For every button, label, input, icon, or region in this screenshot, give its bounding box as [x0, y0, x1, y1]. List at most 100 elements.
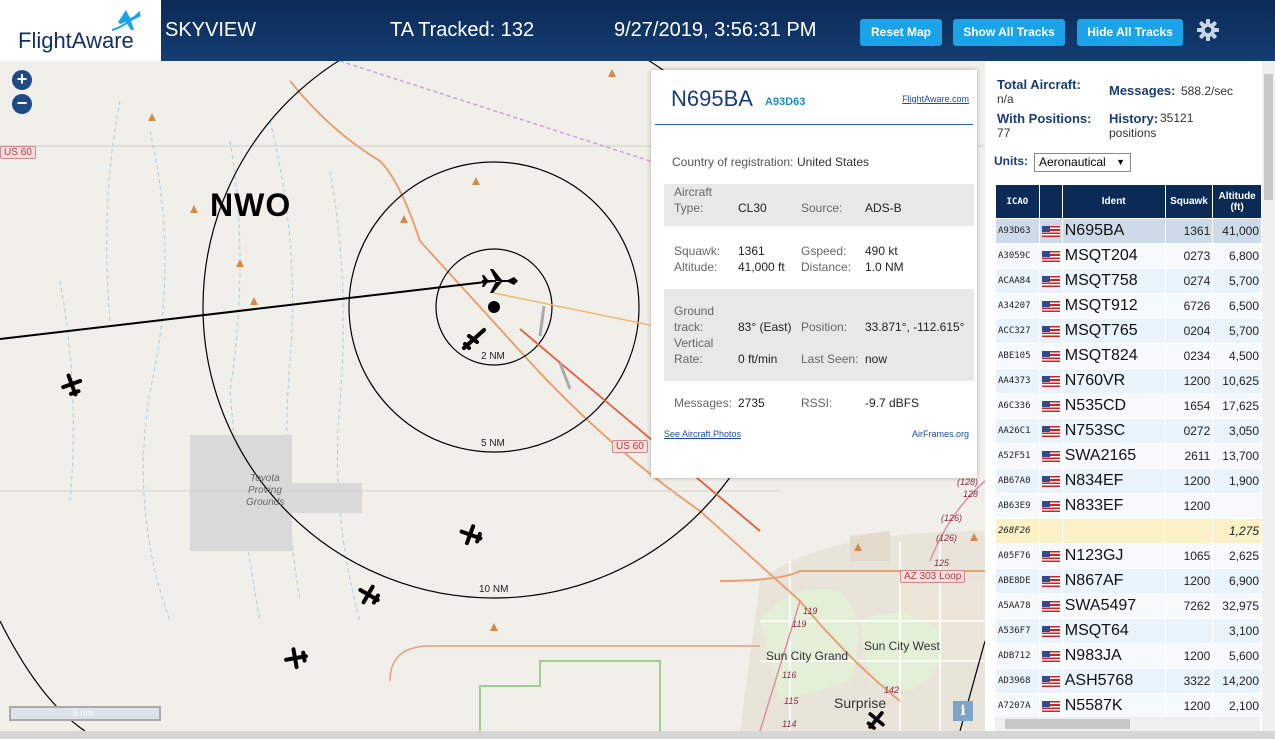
cell-ident: ASH5768 [1061, 668, 1166, 694]
cell-ident [1061, 518, 1166, 544]
hide-all-tracks-button[interactable]: Hide All Tracks [1077, 19, 1183, 46]
table-row[interactable]: ACAA84 MSQT758 0274 5,700 [995, 268, 1262, 294]
table-row[interactable]: A6C336 N535CD 1654 17,625 [995, 393, 1262, 419]
col-header-icao[interactable]: ICAO [995, 184, 1040, 219]
road-number: 128 [963, 489, 979, 499]
table-row[interactable]: A05F76 N123GJ 1065 2,625 [995, 543, 1262, 569]
cell-ident: N695BA [1061, 218, 1166, 244]
cell-icao: A536F7 [995, 618, 1040, 644]
show-all-tracks-button[interactable]: Show All Tracks [953, 19, 1065, 46]
cell-altitude: 2,625 [1212, 543, 1262, 569]
info-icon[interactable]: i [953, 701, 973, 721]
aircraft-icon[interactable] [60, 373, 84, 397]
cell-ident: N535CD [1061, 393, 1166, 419]
flightaware-link[interactable]: FlightAware.com [902, 94, 969, 104]
cell-icao: ADB712 [995, 643, 1040, 669]
aircraft-icon[interactable] [459, 523, 483, 547]
aircraft-icon[interactable] [864, 709, 888, 731]
cell-squawk: 2611 [1164, 443, 1214, 469]
aircraft-icon[interactable] [284, 646, 308, 670]
cell-icao: AA26C1 [995, 418, 1040, 444]
cell-flag [1038, 318, 1063, 344]
table-row[interactable]: A52F51 SWA2165 2611 13,700 [995, 443, 1262, 469]
airframes-link[interactable]: AirFrames.org [912, 429, 969, 439]
us-flag-icon [1041, 350, 1060, 362]
aircraft-icon[interactable] [357, 583, 381, 607]
ring-label-5nm: 5 NM [481, 438, 505, 449]
aircraft-ident: N695BA [671, 86, 753, 111]
cell-ident: N5587K [1061, 693, 1166, 719]
cell-altitude: 4,500 [1212, 343, 1262, 369]
country-label: Country of registration: [672, 155, 794, 169]
aircraft-icon[interactable] [461, 327, 489, 351]
table-row[interactable]: A34207 MSQT912 6726 6,500 [995, 293, 1262, 319]
cell-flag [1038, 693, 1063, 719]
site-name: SKYVIEW [165, 19, 257, 41]
units-label: Units: [994, 154, 1028, 168]
cell-squawk: 1361 [1164, 218, 1214, 244]
gear-icon[interactable] [1196, 18, 1220, 42]
cell-flag [1038, 268, 1063, 294]
cell-ident: N753SC [1061, 418, 1166, 444]
table-row[interactable]: A536F7 MSQT64 3,100 [995, 618, 1262, 644]
aircraft-icon-selected[interactable] [480, 267, 520, 295]
cell-flag [1038, 568, 1063, 594]
history-label: History: [1109, 111, 1159, 126]
messages-rate-value: 588.2/sec [1181, 84, 1234, 98]
table-row[interactable]: AA26C1 N753SC 0272 3,050 [995, 418, 1262, 444]
flightaware-logo[interactable]: FlightAware [0, 0, 161, 61]
cell-icao: A93D63 [995, 218, 1040, 244]
reset-map-button[interactable]: Reset Map [860, 19, 942, 46]
road-number: 114 [782, 719, 797, 729]
us-flag-icon [1041, 700, 1060, 712]
aircraft-photos-link[interactable]: See Aircraft Photos [664, 429, 741, 439]
us-flag-icon [1041, 625, 1060, 637]
cell-icao: AD3968 [995, 668, 1040, 694]
zoom-out-button[interactable]: − [12, 94, 32, 114]
table-row[interactable]: A3059C MSQT204 0273 6,800 [995, 243, 1262, 269]
track-label: track: [674, 320, 704, 334]
squawk-label: Squawk: [674, 244, 721, 258]
table-row[interactable]: A5AA78 SWA5497 7262 32,975 [995, 593, 1262, 619]
cell-squawk: 1065 [1164, 543, 1214, 569]
table-row[interactable]: A93D63 N695BA 1361 41,000 [995, 218, 1262, 244]
position-label: Position: [801, 320, 848, 334]
table-row[interactable]: AA4373 N760VR 1200 10,625 [995, 368, 1262, 394]
source-value: ADS-B [865, 201, 902, 215]
table-row[interactable]: ADB712 N983JA 1200 5,600 [995, 643, 1262, 669]
table-row[interactable]: AB63E9 N833EF 1200 [995, 493, 1262, 519]
cell-altitude: 3,100 [1212, 618, 1262, 644]
road-shield: AZ 303 Loop [900, 570, 966, 583]
cell-altitude: 3,050 [1212, 418, 1262, 444]
col-header-flag[interactable] [1038, 184, 1063, 219]
cell-flag [1038, 443, 1063, 469]
units-value: Aeronautical [1039, 155, 1106, 169]
table-row[interactable]: AB67A0 N834EF 1200 1,900 [995, 468, 1262, 494]
place-label: Toyota [250, 473, 280, 484]
vertical-scroll-thumb[interactable] [1264, 74, 1273, 200]
zoom-in-button[interactable]: + [12, 70, 32, 90]
cell-flag [1038, 643, 1063, 669]
info-band [664, 289, 974, 381]
col-header-ident[interactable]: Ident [1061, 184, 1166, 219]
cell-ident: MSQT765 [1061, 318, 1166, 344]
units-select[interactable]: Aeronautical ▼ [1034, 153, 1131, 172]
horizontal-scroll-thumb[interactable] [1005, 719, 1130, 729]
distance-value: 1.0 NM [865, 260, 904, 274]
cell-icao: AB63E9 [995, 493, 1040, 519]
cell-ident: MSQT758 [1061, 268, 1166, 294]
cell-flag [1038, 293, 1063, 319]
table-row[interactable]: A7207A N5587K 1200 2,100 [995, 693, 1262, 719]
table-row[interactable]: ACC327 MSQT765 0204 5,700 [995, 318, 1262, 344]
cell-squawk: 1200 [1164, 368, 1214, 394]
table-row[interactable]: AD3968 ASH5768 3322 14,200 [995, 668, 1262, 694]
col-header-squawk[interactable]: Squawk [1164, 184, 1214, 219]
cell-flag [1038, 418, 1063, 444]
col-header-altitude[interactable]: Altitude (ft) [1212, 184, 1262, 219]
table-row[interactable]: ABE105 MSQT824 0234 4,500 [995, 343, 1262, 369]
table-row[interactable]: 268F26 1,275 [995, 518, 1262, 544]
table-row[interactable]: ABE8DE N867AF 1200 6,900 [995, 568, 1262, 594]
us-flag-icon [1041, 250, 1060, 262]
road-number: (126) [936, 533, 958, 543]
us-flag-icon [1041, 400, 1060, 412]
